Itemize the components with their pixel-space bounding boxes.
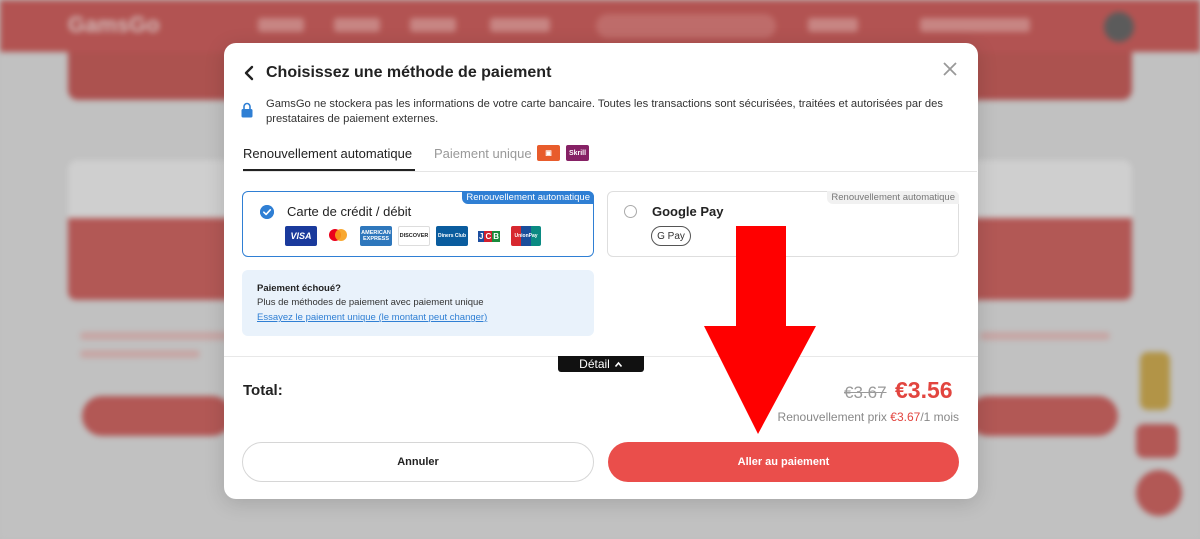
- tab-divider: [243, 171, 977, 172]
- failed-title: Paiement échoué?: [257, 283, 341, 294]
- radio-checked-icon[interactable]: [260, 205, 274, 219]
- go-to-payment-button[interactable]: Aller au paiement: [608, 442, 959, 482]
- chevron-left-icon[interactable]: [242, 65, 256, 81]
- payment-method-modal: Choisissez une méthode de paiement GamsG…: [224, 43, 978, 499]
- modal-title: Choisissez une méthode de paiement: [266, 64, 552, 81]
- google-pay-logo: G Pay: [651, 226, 691, 246]
- unionpay-logo: UnionPay: [511, 226, 541, 246]
- option-title: Google Pay: [652, 204, 724, 219]
- total-label: Total:: [243, 382, 283, 399]
- chevron-up-icon: [614, 361, 622, 367]
- tab-auto-renewal[interactable]: Renouvellement automatique: [243, 146, 412, 161]
- option-credit-card[interactable]: Renouvellement automatique Carte de créd…: [242, 191, 594, 257]
- amex-logo: AMERICAN EXPRESS: [360, 226, 392, 246]
- lock-icon: [241, 102, 253, 118]
- renewal-price: €3.67: [890, 410, 921, 424]
- close-icon[interactable]: [940, 59, 960, 79]
- visa-logo: VISA: [285, 226, 317, 246]
- discover-logo: DISCOVER: [398, 226, 430, 246]
- auto-renewal-badge: Renouvellement automatique: [827, 191, 959, 204]
- new-price: €3.56: [895, 377, 953, 403]
- mastercard-logo: [323, 226, 353, 246]
- detail-label: Détail: [579, 357, 610, 371]
- skrill-logo: Skrill: [566, 145, 589, 161]
- auto-renewal-badge: Renouvellement automatique: [462, 191, 594, 204]
- security-notice: GamsGo ne stockera pas les informations …: [266, 98, 943, 125]
- failed-subtitle: Plus de méthodes de paiement avec paieme…: [257, 297, 484, 308]
- try-one-time-link[interactable]: Essayez le paiement unique (le montant p…: [257, 312, 487, 323]
- renewal-period: /1 mois: [920, 410, 959, 424]
- annotation-arrow-icon: [704, 226, 816, 434]
- option-title: Carte de crédit / débit: [287, 204, 412, 219]
- jcb-logo: JCB: [474, 226, 504, 246]
- failed-payment-box: Paiement échoué? Plus de méthodes de pai…: [242, 270, 594, 336]
- diners-club-logo: Diners Club: [436, 226, 468, 246]
- old-price: €3.67: [844, 383, 887, 402]
- cancel-button[interactable]: Annuler: [242, 442, 594, 482]
- tab-one-time-payment[interactable]: Paiement unique: [434, 146, 532, 161]
- detail-toggle-button[interactable]: Détail: [558, 356, 644, 372]
- paysafecard-logo: ▣: [537, 145, 560, 161]
- radio-unchecked-icon[interactable]: [624, 205, 637, 218]
